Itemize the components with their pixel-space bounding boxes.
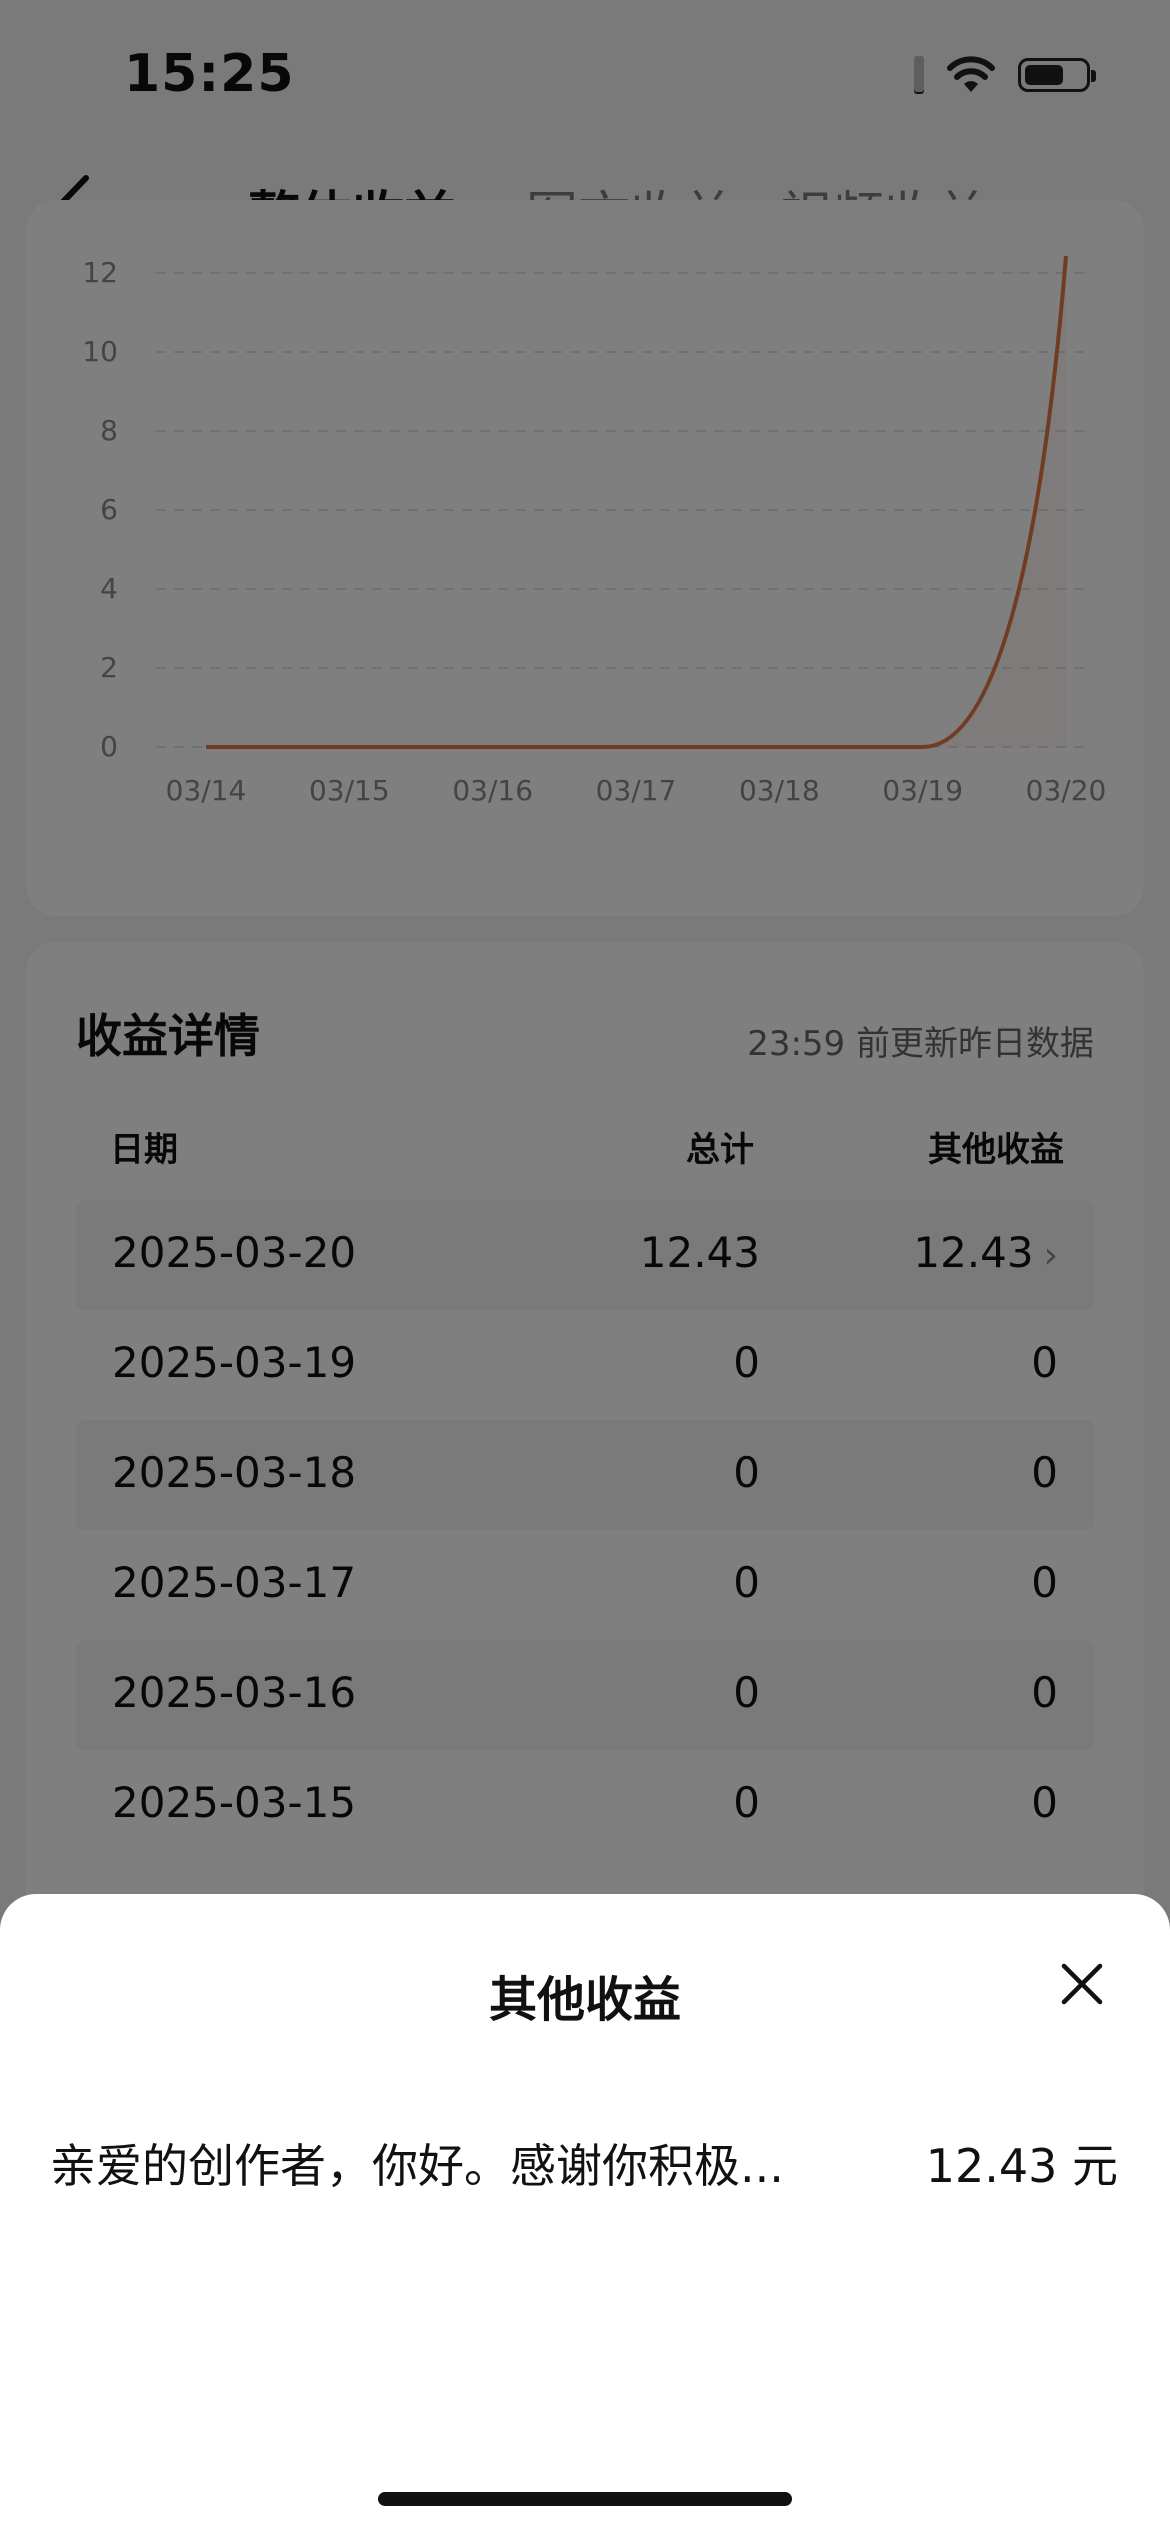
earnings-item-description[interactable]: 亲爱的创作者，你好。感谢你积极... <box>50 2130 784 2196</box>
close-icon[interactable] <box>1058 1960 1106 2008</box>
earnings-item-amount: 12.43 元 <box>925 2139 1118 2193</box>
home-indicator[interactable] <box>378 2492 792 2506</box>
other-earnings-sheet: 其他收益 亲爱的创作者，你好。感谢你积极... 12.43 元 <box>0 1894 1170 2532</box>
sheet-title: 其他收益 <box>488 1972 681 2028</box>
